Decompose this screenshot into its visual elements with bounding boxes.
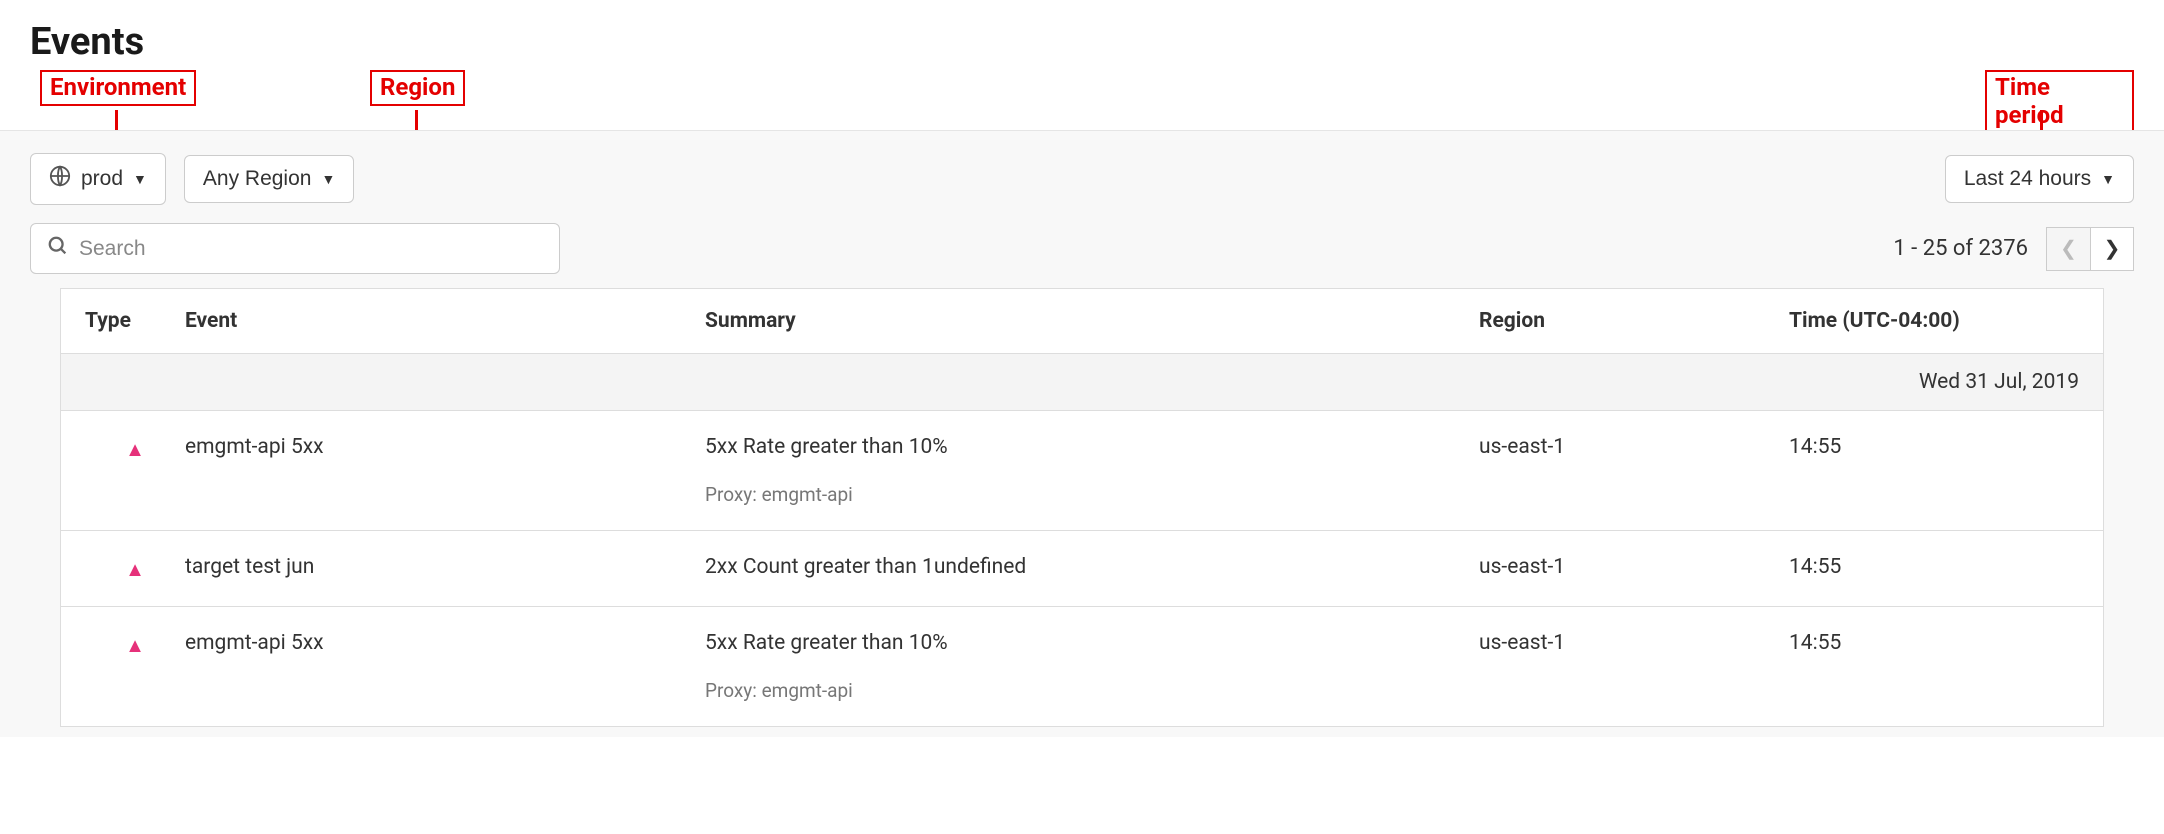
alert-up-icon: ▲ [125, 437, 145, 462]
events-table: Type Event Summary Region Time (UTC-04:0… [60, 288, 2104, 727]
date-group-header: Wed 31 Jul, 2019 [61, 354, 2103, 411]
annotation-region: Region [370, 70, 465, 106]
cell-region: us-east-1 [1479, 435, 1789, 459]
cell-summary-sub: Proxy: emgmt-api [705, 483, 1479, 506]
cell-summary-sub: Proxy: emgmt-api [705, 679, 1479, 702]
alert-up-icon: ▲ [125, 633, 145, 658]
time-period-dropdown-label: Last 24 hours [1964, 167, 2091, 191]
cell-region: us-east-1 [1479, 555, 1789, 579]
cell-summary: 5xx Rate greater than 10% [705, 631, 1479, 655]
chevron-left-icon: ❮ [2060, 236, 2077, 261]
table-header: Type Event Summary Region Time (UTC-04:0… [61, 289, 2103, 354]
col-header-region: Region [1479, 309, 1789, 333]
col-header-summary: Summary [705, 309, 1479, 333]
annotation-layer: Environment Region Time period [30, 70, 2134, 120]
cell-summary: 2xx Count greater than 1undefined [705, 555, 1479, 579]
caret-down-icon: ▼ [133, 171, 147, 187]
time-period-dropdown[interactable]: Last 24 hours ▼ [1945, 155, 2134, 203]
caret-down-icon: ▼ [321, 171, 335, 187]
pagination-next-button[interactable]: ❯ [2090, 227, 2134, 271]
pagination-prev-button[interactable]: ❮ [2046, 227, 2090, 271]
col-header-event: Event [185, 309, 705, 333]
search-icon [47, 235, 69, 262]
cell-event: emgmt-api 5xx [185, 631, 705, 655]
cell-time: 14:55 [1789, 435, 2079, 459]
pagination-range: 1 - 25 of 2376 [1893, 236, 2028, 261]
environment-dropdown-label: prod [81, 167, 123, 191]
cell-event: target test jun [185, 555, 705, 579]
chevron-right-icon: ❯ [2104, 236, 2121, 261]
region-dropdown-label: Any Region [203, 167, 312, 191]
cell-time: 14:55 [1789, 631, 2079, 655]
table-row[interactable]: ▲ emgmt-api 5xx 5xx Rate greater than 10… [61, 411, 2103, 531]
table-row[interactable]: ▲ emgmt-api 5xx 5xx Rate greater than 10… [61, 607, 2103, 727]
alert-up-icon: ▲ [125, 557, 145, 582]
globe-icon [49, 165, 71, 193]
cell-time: 14:55 [1789, 555, 2079, 579]
annotation-time-period: Time period [1985, 70, 2134, 134]
search-input[interactable] [79, 237, 543, 261]
annotation-environment: Environment [40, 70, 196, 106]
cell-event: emgmt-api 5xx [185, 435, 705, 459]
environment-dropdown[interactable]: prod ▼ [30, 153, 166, 205]
cell-region: us-east-1 [1479, 631, 1789, 655]
col-header-type: Type [85, 309, 185, 333]
date-group-label: Wed 31 Jul, 2019 [1919, 370, 2079, 394]
region-dropdown[interactable]: Any Region ▼ [184, 155, 354, 203]
page-title: Events [30, 20, 2134, 64]
caret-down-icon: ▼ [2101, 171, 2115, 187]
search-field-wrapper[interactable] [30, 223, 560, 274]
col-header-time: Time (UTC-04:00) [1789, 309, 2079, 333]
table-row[interactable]: ▲ target test jun 2xx Count greater than… [61, 531, 2103, 607]
cell-summary: 5xx Rate greater than 10% [705, 435, 1479, 459]
